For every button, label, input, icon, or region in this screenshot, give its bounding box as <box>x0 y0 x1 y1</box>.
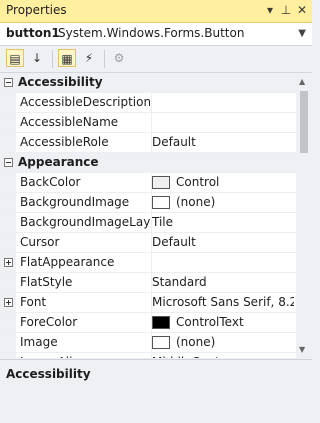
property-label: Accessibility <box>18 75 103 89</box>
scroll-thumb[interactable] <box>300 91 308 153</box>
description-pane: Accessibility <box>0 359 312 423</box>
close-icon[interactable]: ✕ <box>294 2 310 18</box>
property-row[interactable]: FlatAppearance <box>0 253 296 273</box>
collapse-icon[interactable] <box>4 78 13 87</box>
property-row[interactable]: AccessibleName <box>0 113 296 133</box>
property-label: AccessibleDescription <box>20 95 150 109</box>
property-row[interactable]: AccessibleRole Default <box>0 133 296 153</box>
property-row[interactable]: BackgroundImageLayoutTile <box>0 213 296 233</box>
events-icon[interactable]: ⚡ <box>80 49 98 67</box>
property-label: Font <box>20 295 47 309</box>
description-title: Accessibility <box>6 367 91 381</box>
row-gutter <box>0 193 16 212</box>
categorized-icon[interactable]: ▤ <box>6 49 24 67</box>
row-gutter <box>0 273 16 292</box>
property-value-text: Default <box>152 135 196 149</box>
scroll-up-icon[interactable]: ▲ <box>299 77 305 86</box>
row-gutter <box>0 233 16 252</box>
expand-icon[interactable] <box>4 258 13 267</box>
property-value-text: (none) <box>176 335 216 349</box>
property-row[interactable]: Image (none) <box>0 333 296 353</box>
collapse-icon[interactable] <box>4 158 13 167</box>
property-label: FlatAppearance <box>20 255 115 269</box>
property-row[interactable]: AccessibleDescription <box>0 93 296 113</box>
row-gutter <box>0 93 16 112</box>
property-value[interactable]: Default <box>152 235 294 249</box>
property-grid: Accessibility AccessibleDescription Access… <box>0 73 296 358</box>
property-value[interactable]: Control <box>152 175 294 189</box>
property-row[interactable]: BackColor Control <box>0 173 296 193</box>
alphabetical-icon[interactable]: ↓ <box>28 49 46 67</box>
row-gutter <box>0 133 16 152</box>
property-row[interactable]: ImageAlignMiddleCenter <box>0 353 296 358</box>
property-value[interactable]: ControlText <box>152 315 294 329</box>
property-value-text: ControlText <box>176 315 244 329</box>
property-row[interactable]: ForeColor ControlText <box>0 313 296 333</box>
object-selector[interactable]: button1 System.Windows.Forms.Button ▼ <box>0 23 312 46</box>
properties-icon[interactable]: ▦ <box>58 49 76 67</box>
color-swatch <box>152 316 170 329</box>
property-pages-icon[interactable]: ⚙ <box>110 49 128 67</box>
category-row[interactable]: Accessibility <box>0 73 296 93</box>
property-label: BackgroundImage <box>20 195 130 209</box>
row-gutter <box>0 173 16 192</box>
row-gutter <box>0 333 16 352</box>
toolbar-separator <box>52 50 53 68</box>
column-divider <box>151 253 152 272</box>
row-gutter <box>0 113 16 132</box>
category-row[interactable]: Appearance <box>0 153 296 173</box>
toolbar-separator <box>104 50 105 68</box>
property-value-text: Default <box>152 235 196 249</box>
property-value[interactable]: (none) <box>152 195 294 209</box>
color-swatch <box>152 196 170 209</box>
property-label: BackgroundImageLayout <box>20 215 150 229</box>
property-label: FlatStyle <box>20 275 73 289</box>
object-name: button1 <box>6 26 60 40</box>
color-swatch <box>152 336 170 349</box>
property-value-text: Tile <box>152 215 174 229</box>
row-gutter <box>0 313 16 332</box>
property-label: ImageAlign <box>20 355 150 358</box>
property-value[interactable]: Default <box>152 135 294 149</box>
toolbar: ▤ ↓ ▦ ⚡ ⚙ <box>0 46 312 73</box>
property-value-text: Microsoft Sans Serif, 8.25pt <box>152 295 294 309</box>
properties-window: Properties ▾ ⊥ ✕ button1 System.Windows.… <box>0 0 312 423</box>
property-value[interactable]: Standard <box>152 275 294 289</box>
property-value[interactable]: (none) <box>152 335 294 349</box>
window-position-dropdown-icon[interactable]: ▾ <box>262 2 278 18</box>
scroll-down-icon[interactable]: ▼ <box>299 345 305 354</box>
vertical-scrollbar[interactable]: ▲ ▼ <box>296 73 312 358</box>
property-label: AccessibleRole <box>20 135 109 149</box>
property-label: ForeColor <box>20 315 78 329</box>
property-label: BackColor <box>20 175 81 189</box>
object-type: System.Windows.Forms.Button <box>58 26 245 40</box>
property-row[interactable]: BackgroundImage (none) <box>0 193 296 213</box>
property-label: Appearance <box>18 155 99 169</box>
title-bar: Properties ▾ ⊥ ✕ <box>0 0 312 23</box>
column-divider <box>151 93 152 112</box>
window-title: Properties <box>6 3 67 17</box>
property-value-text: MiddleCenter <box>152 355 232 358</box>
pin-icon[interactable]: ⊥ <box>278 2 294 18</box>
property-value-text: Standard <box>152 275 207 289</box>
property-row[interactable]: FlatStyle Standard <box>0 273 296 293</box>
property-value[interactable]: MiddleCenter <box>152 355 294 358</box>
property-value[interactable]: Tile <box>152 215 294 229</box>
property-label: AccessibleName <box>20 115 119 129</box>
property-row[interactable]: Font Microsoft Sans Serif, 8.25pt <box>0 293 296 313</box>
color-swatch <box>152 176 170 189</box>
row-gutter <box>0 213 16 232</box>
expand-icon[interactable] <box>4 298 13 307</box>
chevron-down-icon[interactable]: ▼ <box>298 28 306 39</box>
property-value-text: (none) <box>176 195 216 209</box>
property-value[interactable]: Microsoft Sans Serif, 8.25pt <box>152 295 294 309</box>
row-gutter <box>0 353 16 358</box>
property-label: Cursor <box>20 235 60 249</box>
property-label: Image <box>20 335 58 349</box>
property-value-text: Control <box>176 175 220 189</box>
column-divider <box>151 113 152 132</box>
property-row[interactable]: Cursor Default <box>0 233 296 253</box>
